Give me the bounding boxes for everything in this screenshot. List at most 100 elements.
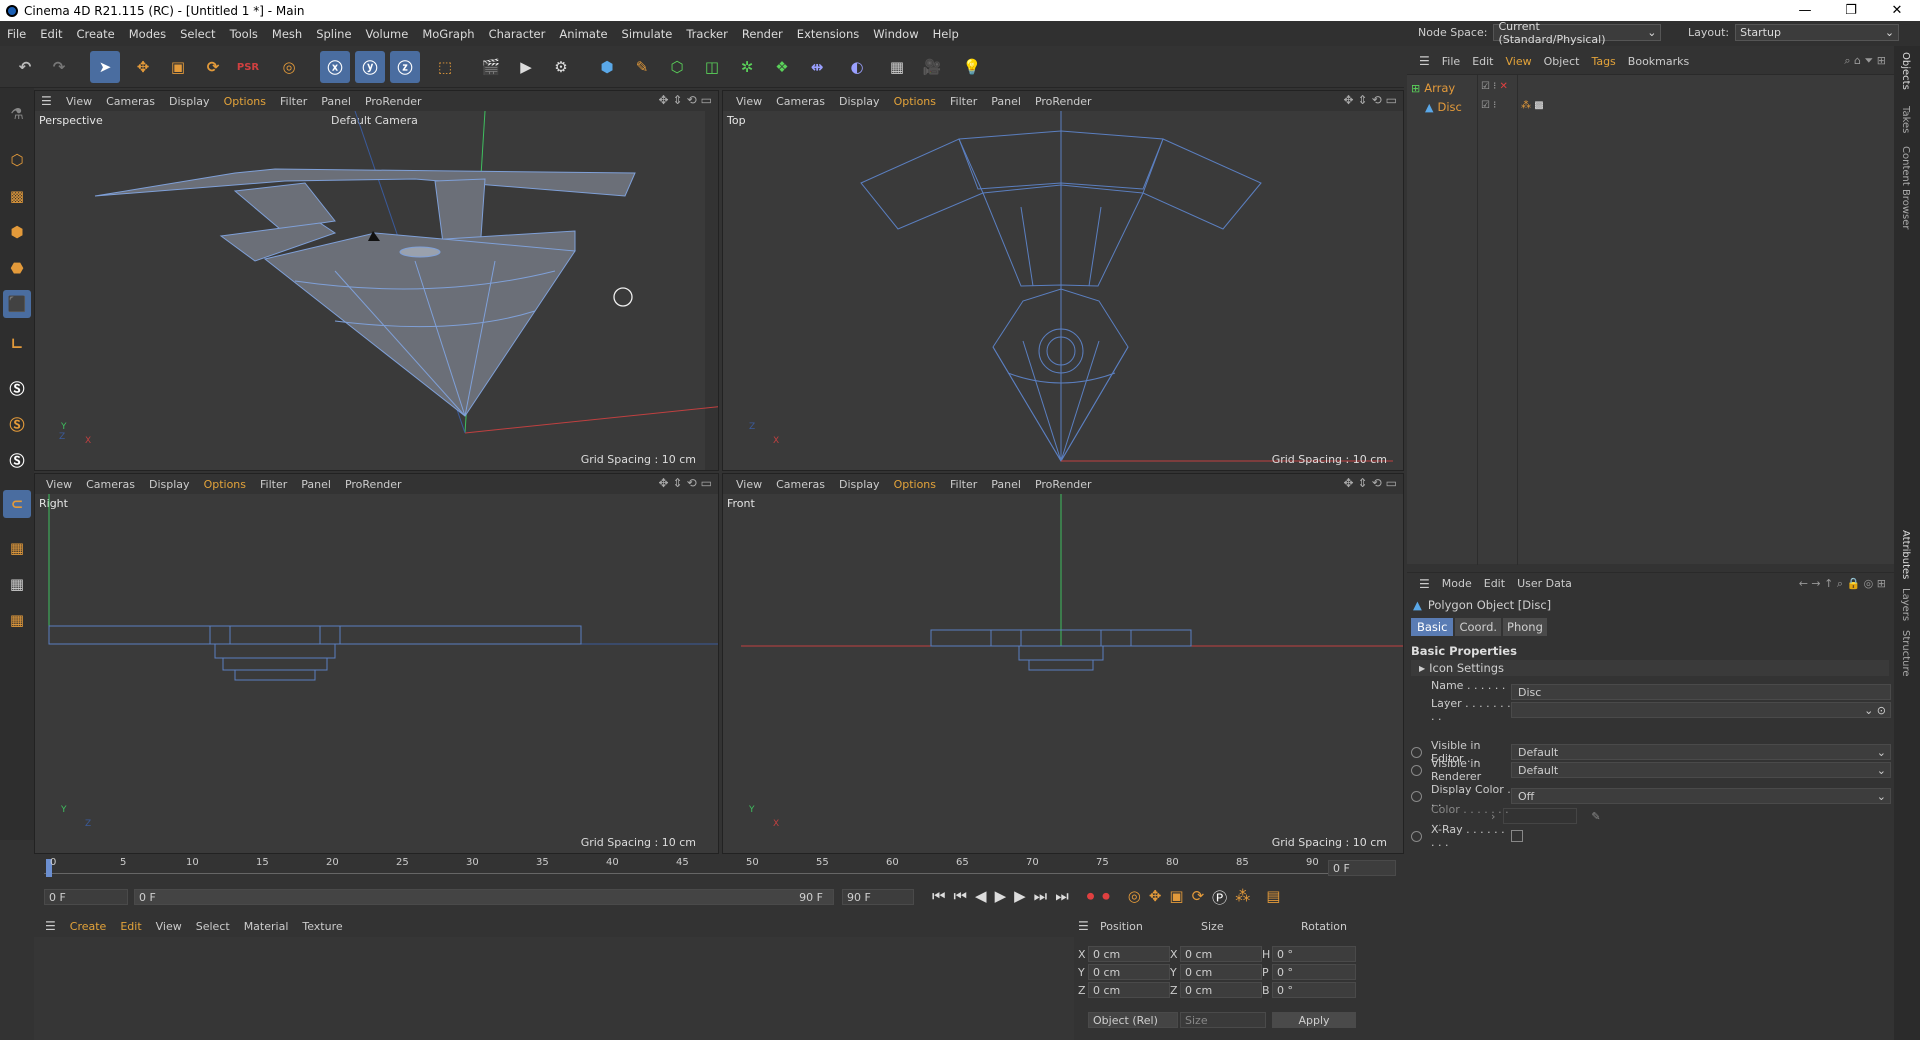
x-axis-icon[interactable]: ⓧ [320,51,350,83]
end-frame-field[interactable]: 90 F [842,889,914,905]
pan-icon[interactable]: ✥ [1343,476,1353,490]
maximize-view-icon[interactable]: ▭ [1386,476,1397,490]
menu-animate[interactable]: Animate [552,27,614,41]
mat-menu-material[interactable]: Material [237,920,296,933]
node-space-dropdown[interactable]: Current (Standard/Physical) ⌄ [1493,20,1662,46]
timeline-ruler[interactable]: 0 5 10 15 20 25 30 35 40 45 50 55 60 65 … [34,857,1404,881]
next-frame-icon[interactable]: ▶ [1014,887,1026,908]
hamburger-icon[interactable]: ☰ [1413,577,1436,591]
vp-menu-prorender[interactable]: ProRender [1028,478,1099,491]
mat-menu-view[interactable]: View [149,920,189,933]
maximize-view-icon[interactable]: ▭ [701,93,712,107]
floor-icon[interactable]: ▦ [882,51,912,83]
menu-select[interactable]: Select [173,27,222,41]
snap-icon[interactable]: ⊂ [3,490,31,518]
field-icon[interactable]: ◐ [842,51,872,83]
menu-create[interactable]: Create [70,27,122,41]
vp-menu-prorender[interactable]: ProRender [338,478,409,491]
pan-icon[interactable]: ✥ [1343,93,1353,107]
vp-menu-view[interactable]: View [59,95,99,108]
camera-icon[interactable]: 🎥 [917,51,947,83]
vp-menu-panel[interactable]: Panel [294,478,338,491]
vp-menu-display[interactable]: Display [832,478,887,491]
layout-dropdown[interactable]: Startup ⌄ [1735,24,1900,41]
start-frame-field[interactable]: 0 F [44,889,128,905]
extrude-icon[interactable]: ◫ [697,51,727,83]
menu-extensions[interactable]: Extensions [790,27,866,41]
mat-menu-edit[interactable]: Edit [113,920,148,933]
move-icon[interactable]: ✥ [128,51,158,83]
light-icon[interactable]: 💡 [957,51,987,83]
close-button[interactable]: ✕ [1874,0,1920,21]
om-menu-bookmarks[interactable]: Bookmarks [1622,55,1695,68]
menu-character[interactable]: Character [482,27,553,41]
scale-icon[interactable]: ▣ [163,51,193,83]
key-position-icon[interactable]: ✥ [1149,887,1162,908]
select-icon[interactable]: ➤ [90,51,120,83]
render-picture-viewer-icon[interactable]: ▶ [511,51,541,83]
solo-hierarchy-icon[interactable]: Ⓢ [3,410,31,438]
vp-menu-panel[interactable]: Panel [984,478,1028,491]
vp-menu-prorender[interactable]: ProRender [1028,95,1099,108]
menu-file[interactable]: File [0,27,33,41]
layer-field[interactable]: ⌄ ⊙ [1511,702,1891,718]
recent-icon[interactable]: ◎ [274,51,304,83]
dolly-icon[interactable]: ⇕ [673,93,683,107]
tree-item-disc[interactable]: ▲ Disc [1425,100,1462,114]
mat-menu-create[interactable]: Create [63,920,114,933]
vp-menu-display[interactable]: Display [142,478,197,491]
dolly-icon[interactable]: ⇕ [1358,93,1368,107]
psr-icon[interactable]: PSR [233,51,263,83]
vp-menu-filter[interactable]: Filter [943,478,984,491]
range-slider[interactable]: 0 F 90 F [134,889,834,905]
icon-settings-group[interactable]: ▶ Icon Settings [1411,660,1889,676]
render-view-icon[interactable]: 🎬 [476,51,506,83]
eyedropper-icon[interactable]: ✎ [1591,810,1600,823]
key-scale-icon[interactable]: ▣ [1169,887,1183,908]
menu-help[interactable]: Help [926,27,966,41]
material-list[interactable] [34,937,1074,1040]
planar-workplane-icon[interactable]: ▦ [3,606,31,634]
edges-mode-icon[interactable]: ⬣ [3,254,31,282]
menu-mesh[interactable]: Mesh [265,27,309,41]
texture-mode-icon[interactable]: ▩ [3,182,31,210]
search-icon[interactable]: ⌕ ⌂ ⏷ ⊞ [1844,54,1886,68]
size-z-field[interactable]: 0 cm [1180,982,1262,998]
lock-workplane-icon[interactable]: ▦ [3,570,31,598]
mat-menu-select[interactable]: Select [189,920,237,933]
dolly-icon[interactable]: ⇕ [673,476,683,490]
vp-menu-options[interactable]: Options [197,478,253,491]
menu-modes[interactable]: Modes [122,27,173,41]
vp-menu-prorender[interactable]: ProRender [358,95,429,108]
attr-menu-userdata[interactable]: User Data [1511,577,1578,590]
menu-tracker[interactable]: Tracker [679,27,735,41]
deformer-icon[interactable]: ⇹ [802,51,832,83]
viewport-perspective[interactable]: ☰ View Cameras Display Options Filter Pa… [34,90,719,471]
maximize-button[interactable]: ❐ [1828,0,1874,21]
timeline-icon[interactable]: ▤ [1266,887,1280,908]
undo-icon[interactable]: ↶ [10,51,40,83]
workplane-icon[interactable]: ▦ [3,534,31,562]
tab-phong[interactable]: Phong [1503,618,1547,636]
xray-checkbox[interactable] [1511,830,1523,842]
axis-mode-icon[interactable]: ∟ [3,330,31,358]
visibility-toggle[interactable]: ☑ ⁝ [1481,100,1496,111]
vp-menu-cameras[interactable]: Cameras [99,95,162,108]
tag-icons[interactable]: ⁂ ▩ [1521,100,1544,111]
pan-icon[interactable]: ✥ [658,476,668,490]
visible-editor-dropdown[interactable]: Default ⌄ [1511,744,1891,760]
vp-menu-cameras[interactable]: Cameras [769,478,832,491]
points-mode-icon[interactable]: ⬢ [3,218,31,246]
back-arrow-icon[interactable]: ← → ↑ ⌕ 🔒 ◎ ⊞ [1799,577,1886,591]
go-to-end-icon[interactable]: ⏭ [1055,887,1069,908]
make-editable-icon[interactable]: ⚗ [3,100,31,128]
attr-menu-mode[interactable]: Mode [1436,577,1478,590]
side-tab-content-browser[interactable]: Content Browser [1900,146,1911,229]
size-x-field[interactable]: 0 cm [1180,946,1262,962]
rotation-h-field[interactable]: 0 ° [1272,946,1356,962]
apply-button[interactable]: Apply [1272,1012,1356,1028]
chevron-down-icon[interactable]: ⌄ ⊙ [1864,704,1886,717]
phong-tag-icon[interactable]: ⁂ [1521,100,1531,111]
vp-menu-cameras[interactable]: Cameras [79,478,142,491]
size-mode-dropdown[interactable]: Size [1180,1012,1266,1028]
